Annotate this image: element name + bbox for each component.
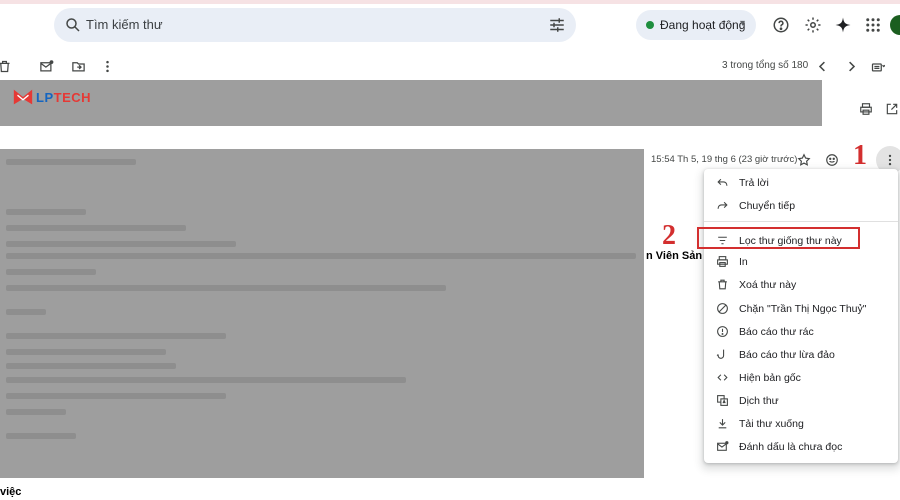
menu-item-block-sender[interactable]: Chặn "Trần Thị Ngọc Thuỷ" xyxy=(704,297,898,320)
search-bar[interactable]: Tìm kiếm thư xyxy=(54,8,576,42)
translate-icon xyxy=(714,393,730,409)
email-text-fragment: n Viên Sản T xyxy=(646,250,712,262)
sparkle-icon[interactable] xyxy=(832,14,854,36)
search-input[interactable]: Tìm kiếm thư xyxy=(86,17,163,32)
menu-item-delete[interactable]: Xoá thư này xyxy=(704,273,898,296)
menu-item-print[interactable]: In xyxy=(704,250,898,273)
status-dot xyxy=(646,21,654,29)
report-spam-icon xyxy=(714,324,730,340)
print-icon xyxy=(714,254,730,270)
reply-icon xyxy=(714,175,730,191)
step-marker-2: 2 xyxy=(662,220,676,251)
menu-item-show-original[interactable]: Hiện bản gốc xyxy=(704,366,898,389)
tune-icon[interactable] xyxy=(548,16,566,34)
more-vert-icon xyxy=(888,154,892,166)
status-chip[interactable]: Đang hoạt động ▾ xyxy=(636,10,756,40)
download-icon xyxy=(714,416,730,432)
message-options-menu: Trả lời Chuyển tiếp Lọc thư giống thư nà… xyxy=(704,169,898,463)
keyboard-icon[interactable] xyxy=(867,56,887,76)
star-icon[interactable] xyxy=(795,151,813,169)
logo-text: LPTECH xyxy=(36,89,92,105)
menu-item-reply[interactable]: Trả lời xyxy=(704,171,898,194)
step-marker-1: 1 xyxy=(853,140,867,171)
trash-icon xyxy=(714,277,730,293)
delete-icon[interactable] xyxy=(0,56,14,76)
search-icon[interactable] xyxy=(64,16,82,34)
mark-unread-icon xyxy=(714,439,730,455)
chevron-left-icon[interactable] xyxy=(812,56,832,76)
status-label: Đang hoạt động xyxy=(660,18,746,32)
block-icon xyxy=(714,301,730,317)
code-icon xyxy=(714,370,730,386)
more-vert-icon[interactable] xyxy=(97,56,117,76)
phishing-icon xyxy=(714,347,730,363)
apps-icon[interactable] xyxy=(862,14,884,36)
menu-item-forward[interactable]: Chuyển tiếp xyxy=(704,194,898,217)
email-text-fragment-bottom: việc xyxy=(0,486,22,498)
emoji-icon[interactable] xyxy=(823,151,841,169)
move-to-icon[interactable] xyxy=(68,56,88,76)
top-accent-line xyxy=(0,0,900,4)
help-icon[interactable] xyxy=(770,14,792,36)
logo-mark-icon xyxy=(13,89,33,105)
menu-item-translate[interactable]: Dịch thư xyxy=(704,389,898,412)
chevron-down-icon: ▾ xyxy=(740,18,746,29)
forward-icon xyxy=(714,198,730,214)
watermark-logo: LPTECH xyxy=(12,86,91,108)
highlight-box-filter xyxy=(697,227,860,249)
menu-item-report-spam[interactable]: Báo cáo thư rác xyxy=(704,320,898,343)
subject-line-redacted xyxy=(0,80,822,126)
mark-unread-icon[interactable] xyxy=(36,56,56,76)
menu-item-report-phishing[interactable]: Báo cáo thư lừa đảo xyxy=(704,343,898,366)
menu-item-download[interactable]: Tải thư xuống xyxy=(704,412,898,435)
avatar[interactable] xyxy=(890,15,900,35)
menu-divider xyxy=(704,221,898,222)
message-count: 3 trong tổng số 180 xyxy=(722,60,809,71)
email-timestamp: 15:54 Th 5, 19 thg 6 (23 giờ trước) xyxy=(651,154,798,165)
settings-icon[interactable] xyxy=(802,14,824,36)
email-body-redacted xyxy=(0,149,644,478)
menu-item-mark-unread[interactable]: Đánh dấu là chưa đọc xyxy=(704,435,898,458)
print-all-icon[interactable] xyxy=(857,100,875,118)
chevron-right-icon[interactable] xyxy=(841,56,861,76)
open-new-window-icon[interactable] xyxy=(883,100,900,118)
